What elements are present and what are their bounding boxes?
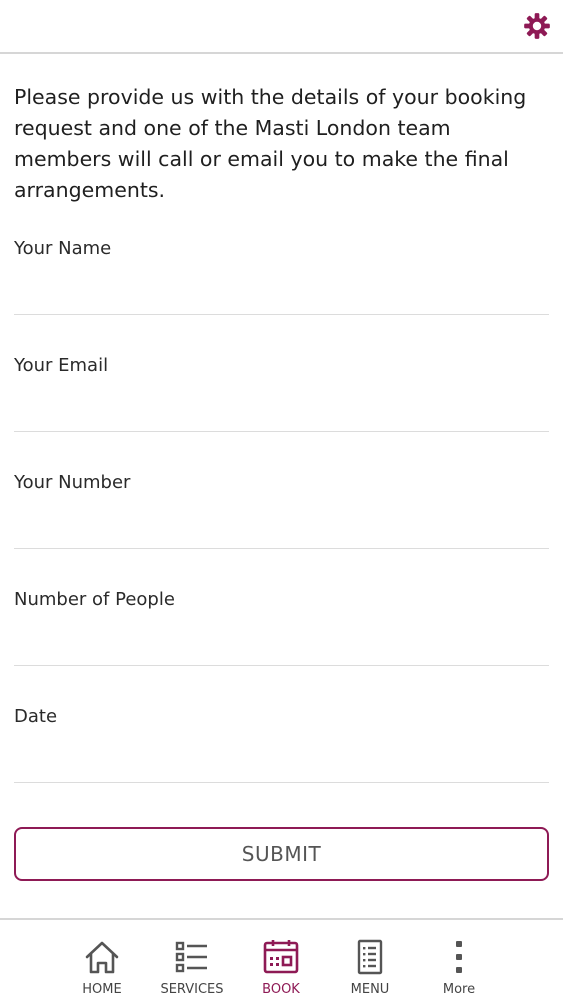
nav-label-book: BOOK — [262, 982, 300, 997]
email-field-group: Your Email — [14, 355, 549, 445]
nav-item-more[interactable]: More — [416, 938, 502, 998]
calendar-icon — [263, 940, 299, 974]
booking-intro-text: Please provide us with the details of yo… — [14, 85, 527, 202]
gear-icon[interactable] — [523, 12, 551, 40]
home-icon — [85, 941, 119, 974]
number-field-group: Your Number — [14, 472, 549, 562]
name-field-label: Your Name — [14, 238, 112, 259]
number-of-people-input[interactable] — [14, 629, 549, 666]
name-field-group: Your Name — [14, 238, 549, 328]
people-field-label: Number of People — [14, 589, 175, 610]
name-input[interactable] — [14, 278, 549, 315]
date-field-label: Date — [14, 706, 58, 727]
phone-number-input[interactable] — [14, 512, 549, 549]
nav-label-more: More — [442, 982, 476, 997]
nav-label-services: SERVICES — [160, 982, 224, 997]
bottom-navigation-bar: HOME SERVICES BOOK MENU More — [0, 918, 563, 1002]
email-input[interactable] — [14, 395, 549, 432]
email-field-label: Your Email — [14, 355, 109, 376]
top-app-bar — [0, 0, 563, 54]
submit-button[interactable]: SUBMIT — [14, 827, 549, 881]
nav-label-menu: MENU — [350, 982, 390, 997]
nav-item-home[interactable]: HOME — [59, 938, 145, 998]
list-icon — [175, 941, 207, 973]
more-vertical-icon — [456, 941, 462, 973]
document-icon — [357, 939, 383, 975]
nav-label-home: HOME — [82, 982, 122, 997]
nav-item-menu[interactable]: MENU — [327, 938, 413, 998]
people-field-group: Number of People — [14, 589, 549, 679]
number-field-label: Your Number — [14, 472, 131, 493]
date-field-group: Date — [14, 706, 549, 796]
nav-item-book[interactable]: BOOK — [238, 938, 324, 998]
date-input[interactable] — [14, 746, 549, 783]
nav-item-services[interactable]: SERVICES — [149, 938, 235, 998]
